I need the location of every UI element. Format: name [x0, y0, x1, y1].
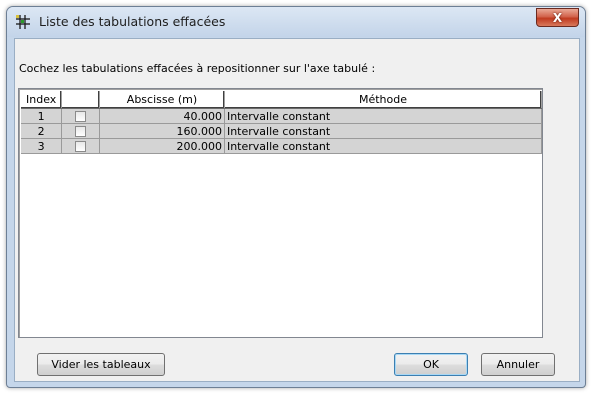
row-methode: Intervalle constant: [224, 138, 543, 154]
cancel-label: Annuler: [496, 358, 540, 371]
tabulations-grid: Index Abscisse (m) Méthode 1 40.000 Inte…: [21, 91, 543, 154]
row-checkbox-cell: [61, 123, 101, 139]
column-header-index[interactable]: Index: [21, 91, 63, 109]
column-header-methode[interactable]: Méthode: [224, 91, 543, 109]
clear-tables-button[interactable]: Vider les tableaux: [37, 353, 165, 376]
cancel-button[interactable]: Annuler: [481, 353, 555, 376]
row-methode: Intervalle constant: [224, 108, 543, 124]
row-abscisse: 200.000: [99, 138, 225, 154]
close-button[interactable]: X: [536, 8, 579, 27]
row-index: 2: [21, 123, 63, 139]
row-abscisse: 160.000: [99, 123, 225, 139]
column-header-check[interactable]: [61, 91, 101, 109]
ok-label: OK: [423, 358, 439, 371]
row-checkbox[interactable]: [75, 141, 87, 152]
table-header-row: Index Abscisse (m) Méthode: [21, 91, 543, 109]
ok-button[interactable]: OK: [394, 353, 468, 376]
instruction-label: Cochez les tabulations effacées à reposi…: [19, 62, 376, 75]
row-index: 1: [21, 108, 63, 124]
title-bar[interactable]: Liste des tabulations effacées X: [7, 7, 585, 37]
clear-tables-label: Vider les tableaux: [51, 358, 151, 371]
row-abscisse: 40.000: [99, 108, 225, 124]
table-row[interactable]: 2 160.000 Intervalle constant: [21, 123, 543, 139]
row-checkbox[interactable]: [75, 111, 87, 122]
row-index: 3: [21, 138, 63, 154]
dialog-window: Liste des tabulations effacées X Cochez …: [6, 6, 586, 388]
row-methode: Intervalle constant: [224, 123, 543, 139]
close-icon: X: [552, 10, 563, 25]
window-title: Liste des tabulations effacées: [39, 14, 226, 29]
grid-app-icon: [16, 15, 30, 29]
table-row[interactable]: 1 40.000 Intervalle constant: [21, 108, 543, 124]
dialog-body: Cochez les tabulations effacées à reposi…: [14, 38, 580, 382]
row-checkbox-cell: [61, 138, 101, 154]
tabulations-table: Index Abscisse (m) Méthode 1 40.000 Inte…: [18, 88, 543, 338]
row-checkbox[interactable]: [75, 126, 87, 137]
row-checkbox-cell: [61, 108, 101, 124]
table-row[interactable]: 3 200.000 Intervalle constant: [21, 138, 543, 154]
column-header-abscisse[interactable]: Abscisse (m): [99, 91, 225, 109]
